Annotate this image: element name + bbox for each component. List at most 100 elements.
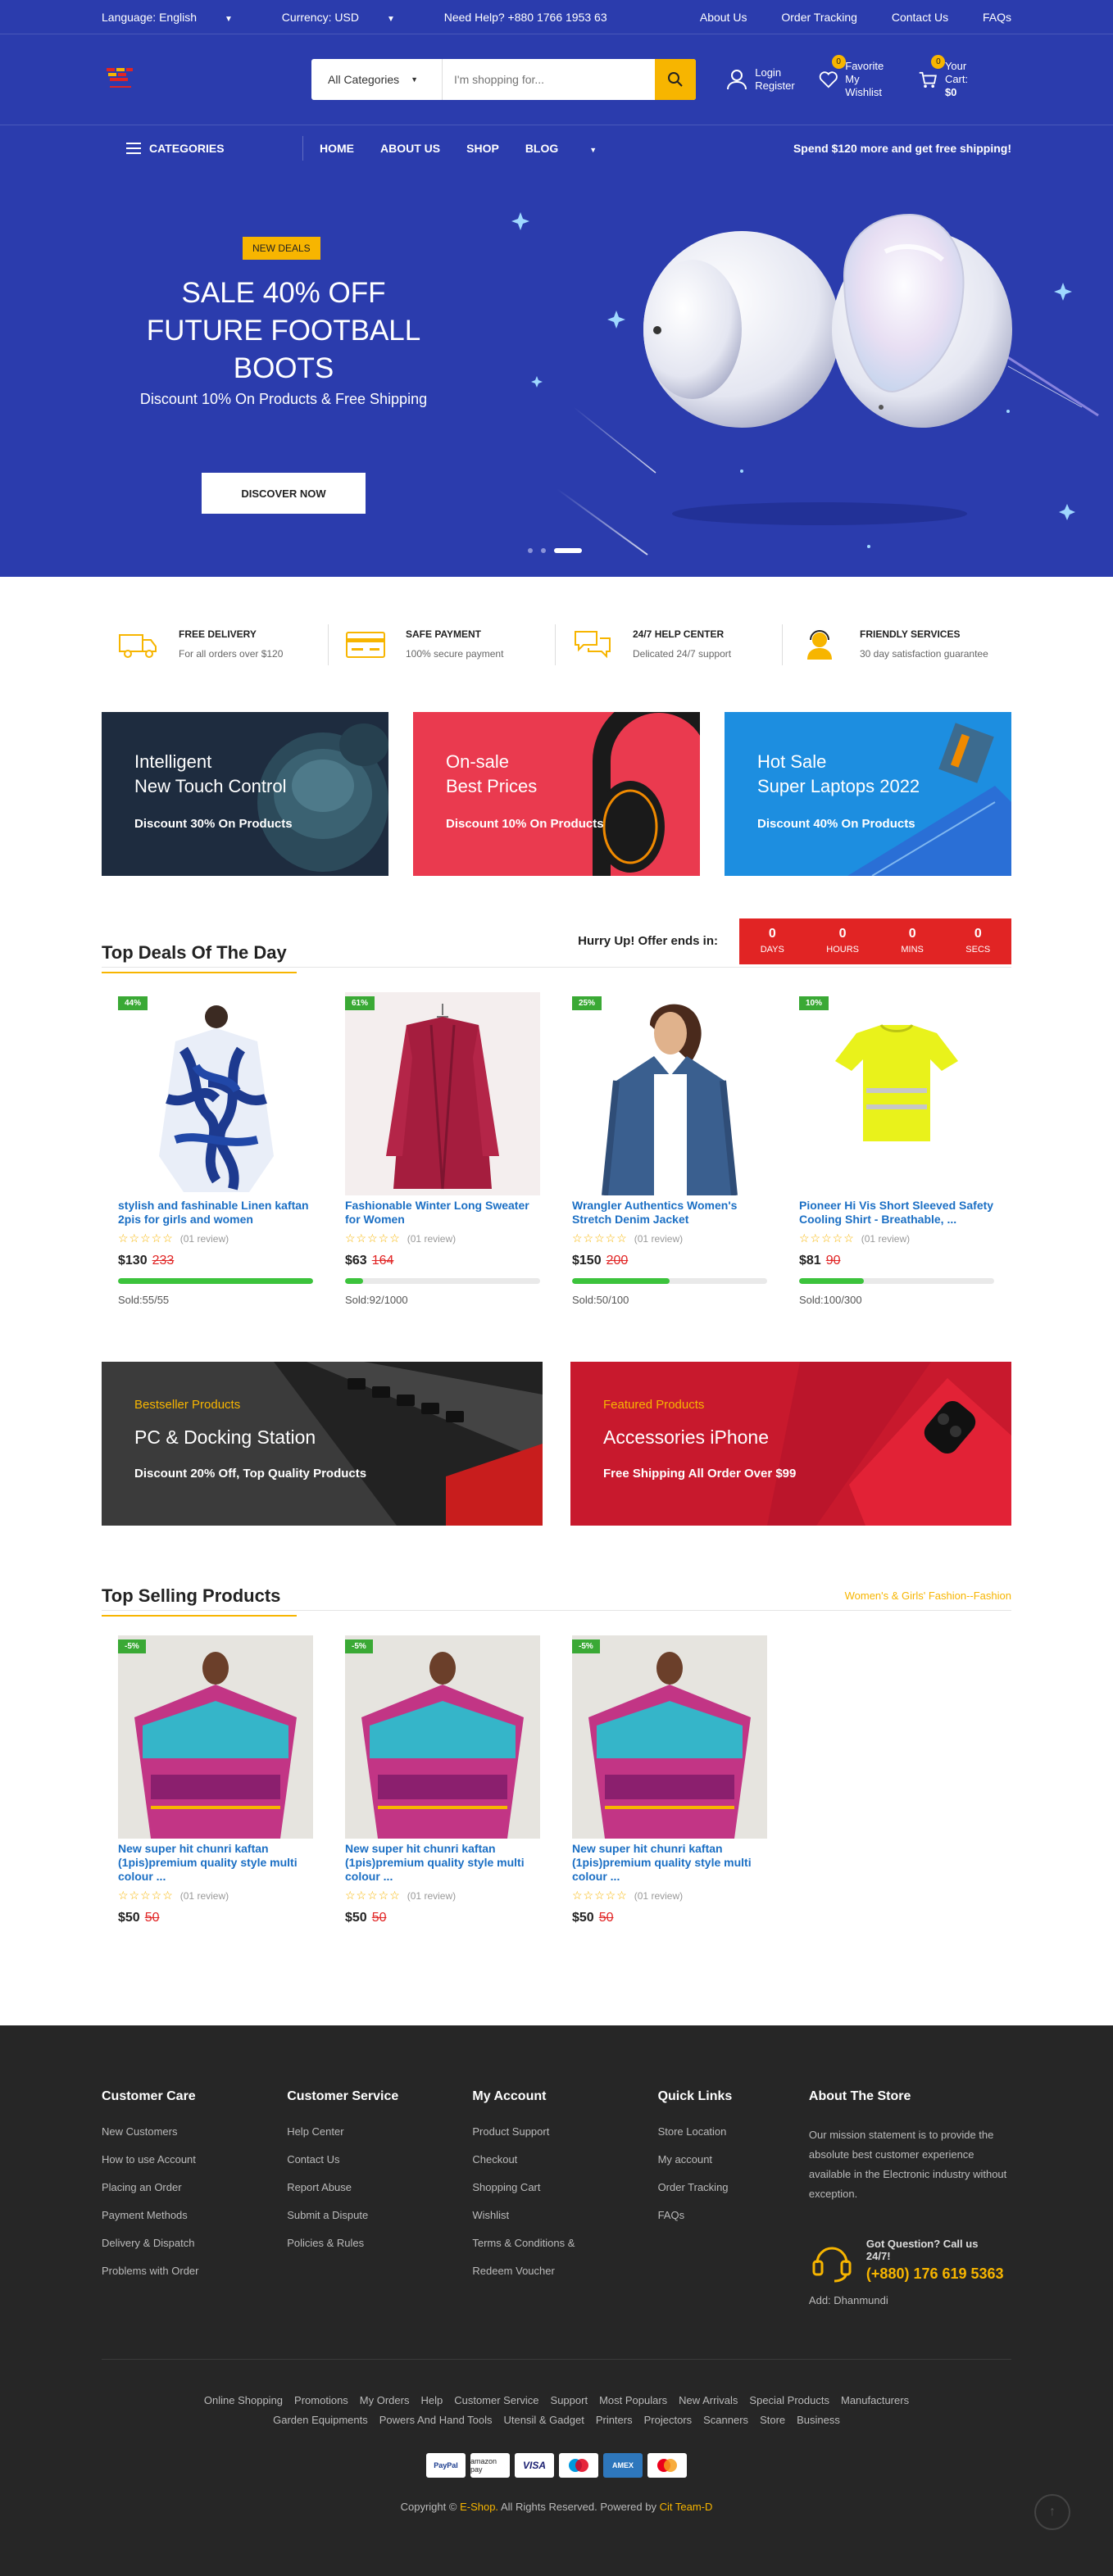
footer-link[interactable]: Delivery & Dispatch bbox=[102, 2237, 287, 2249]
support-phone[interactable]: (+880) 176 619 5363 bbox=[866, 2265, 1004, 2283]
back-to-top-button[interactable]: ↑ bbox=[1034, 2494, 1070, 2530]
product-name[interactable]: Fashionable Winter Long Sweater for Wome… bbox=[345, 1199, 540, 1227]
footer-tag-link[interactable]: My Orders bbox=[360, 2394, 410, 2406]
product-image[interactable]: 44% bbox=[118, 992, 313, 1195]
footer-tag-link[interactable]: Store bbox=[760, 2414, 785, 2426]
product-rating: ☆☆☆☆☆ (01 review) bbox=[799, 1231, 911, 1245]
footer-link[interactable]: Shopping Cart bbox=[472, 2181, 657, 2193]
featured-banner[interactable]: Featured Products Accessories iPhone Fre… bbox=[570, 1362, 1011, 1526]
promo-banner-touch[interactable]: Intelligent New Touch Control Discount 30… bbox=[102, 712, 388, 876]
footer-link[interactable]: Store Location bbox=[658, 2125, 809, 2138]
footer-tag-link[interactable]: Garden Equipments bbox=[273, 2414, 368, 2426]
footer-link[interactable]: My account bbox=[658, 2153, 809, 2166]
product-card[interactable]: 10% Pioneer Hi Vis Short Sleeved Safety … bbox=[799, 992, 994, 1306]
footer-tag-link[interactable]: Utensil & Gadget bbox=[504, 2414, 584, 2426]
categories-menu-button[interactable]: CATEGORIES bbox=[102, 135, 303, 161]
banner-title: Hot Sale Super Laptops 2022 bbox=[757, 751, 920, 796]
register-link[interactable]: Register bbox=[755, 79, 794, 93]
footer-tag-link[interactable]: Online Shopping bbox=[204, 2394, 283, 2406]
product-card[interactable]: -5% New super hit chunri kaftan (1pis)pr… bbox=[118, 1635, 313, 1925]
product-card[interactable]: 25% Wrangler Authentics Women's Stretch … bbox=[572, 992, 767, 1306]
footer-link[interactable]: Checkout bbox=[472, 2153, 657, 2166]
search-category-select[interactable]: All Categories ▼ bbox=[311, 59, 443, 100]
promo-banner-sale[interactable]: On-sale Best Prices Discount 10% On Produ… bbox=[413, 712, 700, 876]
search-button[interactable] bbox=[655, 59, 697, 100]
footer-link[interactable]: Contact Us bbox=[287, 2153, 472, 2166]
footer-link[interactable]: Report Abuse bbox=[287, 2181, 472, 2193]
search-input[interactable] bbox=[443, 59, 656, 100]
discover-now-button[interactable]: DISCOVER NOW bbox=[202, 473, 366, 514]
footer-link[interactable]: Wishlist bbox=[472, 2209, 657, 2221]
footer-tag-link[interactable]: New Arrivals bbox=[679, 2394, 738, 2406]
account-link[interactable]: Login Register bbox=[725, 60, 795, 99]
footer-link[interactable]: Help Center bbox=[287, 2125, 472, 2138]
product-image[interactable]: -5% bbox=[345, 1635, 540, 1839]
footer-tag-link[interactable]: Special Products bbox=[749, 2394, 829, 2406]
cart-link[interactable]: 0 Your Cart: $0 bbox=[917, 55, 988, 99]
nav-about[interactable]: ABOUT US bbox=[380, 142, 440, 155]
footer-tag-link[interactable]: Manufacturers bbox=[841, 2394, 909, 2406]
promo-banner-laptops[interactable]: Hot Sale Super Laptops 2022 Discount 40% … bbox=[725, 712, 1011, 876]
product-name[interactable]: Wrangler Authentics Women's Stretch Deni… bbox=[572, 1199, 767, 1227]
nav-shop[interactable]: SHOP bbox=[466, 142, 499, 155]
footer-link[interactable]: New Customers bbox=[102, 2125, 287, 2138]
product-image[interactable]: -5% bbox=[572, 1635, 767, 1839]
currency-selector[interactable]: Currency: USD ▼ bbox=[282, 11, 418, 24]
category-filter-link[interactable]: Women's & Girls' Fashion--Fashion bbox=[845, 1590, 1011, 1602]
product-name[interactable]: New super hit chunri kaftan (1pis)premiu… bbox=[345, 1842, 540, 1884]
nav-home[interactable]: HOME bbox=[320, 142, 354, 155]
footer-link[interactable]: Payment Methods bbox=[102, 2209, 287, 2221]
product-card[interactable]: -5% New super hit chunri kaftan (1pis)pr… bbox=[345, 1635, 540, 1925]
footer-link[interactable]: Product Support bbox=[472, 2125, 657, 2138]
footer-tag-link[interactable]: Promotions bbox=[294, 2394, 348, 2406]
footer-link[interactable]: FAQs bbox=[658, 2209, 809, 2221]
footer-tag-link[interactable]: Printers bbox=[596, 2414, 633, 2426]
login-link[interactable]: Login bbox=[755, 66, 794, 79]
product-image[interactable]: 10% bbox=[799, 992, 994, 1195]
product-image[interactable]: 61% bbox=[345, 992, 540, 1195]
footer-link[interactable]: Problems with Order bbox=[102, 2265, 287, 2277]
slide-dot[interactable] bbox=[541, 548, 546, 553]
nav-blog[interactable]: BLOG ▼ bbox=[525, 142, 623, 155]
footer-link[interactable]: Submit a Dispute bbox=[287, 2209, 472, 2221]
footer-link[interactable]: Redeem Voucher bbox=[472, 2265, 657, 2277]
site-logo[interactable] bbox=[102, 63, 139, 96]
top-link-faqs[interactable]: FAQs bbox=[983, 11, 1011, 24]
bestseller-banner[interactable]: Bestseller Products PC & Docking Station… bbox=[102, 1362, 543, 1526]
footer-link[interactable]: How to use Account bbox=[102, 2153, 287, 2166]
product-name[interactable]: New super hit chunri kaftan (1pis)premiu… bbox=[118, 1842, 313, 1884]
product-image[interactable]: -5% bbox=[118, 1635, 313, 1839]
sold-count: Sold:100/300 bbox=[799, 1294, 862, 1306]
footer-tag-link[interactable]: Help bbox=[420, 2394, 443, 2406]
footer-tag-link[interactable]: Scanners bbox=[703, 2414, 748, 2426]
wishlist-link[interactable]: 0 Favorite My Wishlist bbox=[818, 55, 895, 99]
language-selector[interactable]: Language: English ▼ bbox=[102, 11, 256, 24]
top-link-order-tracking[interactable]: Order Tracking bbox=[781, 11, 857, 24]
footer-link[interactable]: Order Tracking bbox=[658, 2181, 809, 2193]
product-name[interactable]: stylish and fashinable Linen kaftan 2pis… bbox=[118, 1199, 313, 1227]
product-name[interactable]: New super hit chunri kaftan (1pis)premiu… bbox=[572, 1842, 767, 1884]
cart-count-badge: 0 bbox=[931, 55, 946, 69]
feature-sub: Delicated 24/7 support bbox=[633, 647, 732, 660]
footer-link[interactable]: Terms & Conditions & bbox=[472, 2237, 657, 2249]
brand-link[interactable]: E-Shop. bbox=[460, 2501, 498, 2513]
footer-tag-link[interactable]: Powers And Hand Tools bbox=[379, 2414, 493, 2426]
footer-tag-link[interactable]: Projectors bbox=[644, 2414, 693, 2426]
slide-dot-active[interactable] bbox=[554, 548, 582, 553]
footer-tag-link[interactable]: Customer Service bbox=[454, 2394, 538, 2406]
footer-tag-link[interactable]: Business bbox=[797, 2414, 840, 2426]
product-card[interactable]: 44% stylish and fashinable Linen kaftan … bbox=[118, 992, 313, 1306]
call-question: Got Question? Call us 24/7! bbox=[865, 2237, 979, 2262]
product-card[interactable]: -5% New super hit chunri kaftan (1pis)pr… bbox=[572, 1635, 767, 1925]
product-image[interactable]: 25% bbox=[572, 992, 767, 1195]
footer-tag-link[interactable]: Support bbox=[551, 2394, 588, 2406]
footer-link[interactable]: Placing an Order bbox=[102, 2181, 287, 2193]
slide-dot[interactable] bbox=[528, 548, 533, 553]
footer-link[interactable]: Policies & Rules bbox=[287, 2237, 472, 2249]
product-card[interactable]: 61% Fashionable Winter Long Sweater for … bbox=[345, 992, 540, 1306]
footer-tag-link[interactable]: Most Populars bbox=[599, 2394, 667, 2406]
top-link-about[interactable]: About Us bbox=[700, 11, 747, 24]
product-name[interactable]: Pioneer Hi Vis Short Sleeved Safety Cool… bbox=[799, 1199, 994, 1227]
top-link-contact[interactable]: Contact Us bbox=[892, 11, 948, 24]
team-link[interactable]: Cit Team-D bbox=[660, 2501, 713, 2513]
